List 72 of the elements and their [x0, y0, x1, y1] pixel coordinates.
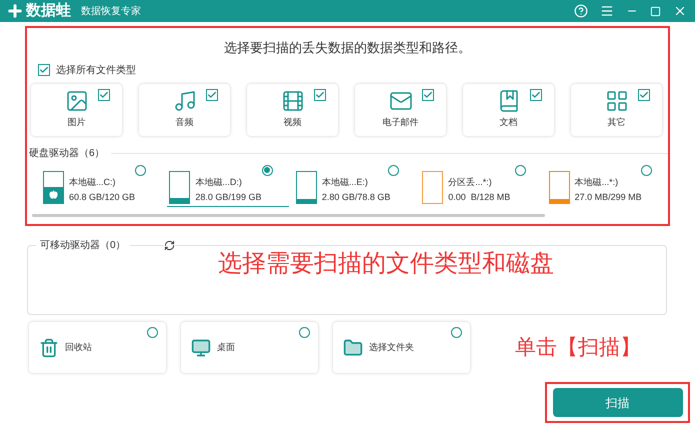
drive-size: 28.0 GB/199 GB	[195, 191, 262, 204]
drive-size: 2.80 GB/78.8 GB	[322, 191, 390, 204]
maximize-icon[interactable]	[650, 6, 661, 16]
scrollbar[interactable]	[32, 214, 545, 216]
drive-name: 本地磁...C:)	[69, 176, 116, 189]
file-type-label: 图片	[68, 116, 86, 128]
checkbox[interactable]	[314, 88, 326, 100]
checkbox[interactable]	[98, 88, 110, 100]
drive-size: 60.8 GB/120 GB	[69, 191, 136, 204]
drive-item[interactable]: 分区丢...*:) 0.00 B/128 MB	[420, 164, 542, 206]
radio-button[interactable]	[147, 327, 158, 338]
drive-name: 分区丢...*:)	[448, 176, 493, 189]
checkbox[interactable]	[38, 64, 50, 76]
drive-item[interactable]: 本地磁...E:) 2.80 GB/78.8 GB	[294, 164, 416, 206]
annotation-text: 单击【扫描】	[515, 334, 641, 361]
monitor-icon	[191, 338, 211, 358]
location-card[interactable]: 选择文件夹	[333, 322, 470, 373]
help-icon[interactable]	[574, 4, 588, 18]
drive-size: 27.0 MB/299 MB	[574, 191, 642, 204]
file-type-card[interactable]: 文档	[463, 84, 554, 136]
music-icon	[172, 88, 196, 112]
drive-item[interactable]: 本地磁...D:) 28.0 GB/199 GB	[167, 164, 289, 206]
location-label: 回收站	[65, 340, 92, 354]
location-card[interactable]: 回收站	[29, 322, 166, 373]
radio-button[interactable]	[135, 164, 146, 176]
drive-name: 本地磁...*:)	[574, 176, 620, 189]
scan-button[interactable]: 扫描	[552, 388, 682, 417]
checkbox[interactable]	[638, 88, 650, 100]
radio-button[interactable]	[388, 164, 400, 176]
file-type-label: 其它	[608, 116, 626, 128]
file-type-card[interactable]: 音频	[139, 84, 230, 136]
refresh-icon[interactable]	[164, 240, 175, 251]
drive-name: 本地磁...D:)	[195, 176, 243, 189]
file-type-card[interactable]: 电子邮件	[355, 84, 446, 136]
radio-button[interactable]	[451, 327, 462, 338]
drive-item[interactable]: 本地磁...C:) 60.8 GB/120 GB	[41, 164, 162, 206]
checkbox[interactable]	[422, 88, 434, 100]
drive-name: 本地磁...E:)	[322, 176, 369, 189]
file-type-card[interactable]: 图片	[31, 84, 122, 136]
location-label: 选择文件夹	[369, 340, 414, 354]
radio-button[interactable]	[514, 164, 526, 176]
trash-icon	[39, 338, 59, 358]
app-subtitle: 数据恢复专家	[81, 4, 141, 18]
system-icon	[49, 190, 58, 200]
drive-item[interactable]: 本地磁...*:) 27.0 MB/299 MB	[546, 164, 668, 206]
close-icon[interactable]	[673, 4, 687, 18]
app-name: 数据蛙	[26, 0, 71, 21]
section-title: 可移动驱动器（0）	[36, 238, 130, 253]
logo-icon	[6, 2, 24, 20]
file-type-label: 视频	[284, 116, 302, 128]
location-card[interactable]: 桌面	[181, 322, 318, 373]
grid-icon	[604, 88, 628, 112]
image-icon	[64, 88, 88, 112]
file-type-label: 音频	[176, 116, 194, 128]
radio-button[interactable]	[262, 164, 273, 176]
film-icon	[280, 88, 304, 112]
section-title: 硬盘驱动器（6）	[29, 146, 105, 160]
file-type-label: 电子邮件	[382, 116, 418, 128]
file-type-card[interactable]: 视频	[247, 84, 338, 136]
radio-button[interactable]	[299, 327, 310, 338]
radio-button[interactable]	[641, 164, 652, 176]
checkbox[interactable]	[206, 88, 218, 100]
menu-icon[interactable]	[600, 4, 614, 18]
select-all-label: 选择所有文件类型	[56, 64, 136, 78]
heading: 选择要扫描的丢失数据的数据类型和路径。	[223, 39, 472, 57]
folder-icon	[343, 338, 363, 358]
drive-size: 0.00 B/128 MB	[448, 191, 510, 204]
location-label: 桌面	[217, 340, 235, 354]
checkbox[interactable]	[530, 88, 542, 100]
file-type-label: 文档	[500, 116, 518, 128]
file-type-card[interactable]: 其它	[571, 84, 662, 136]
annotation-text: 选择需要扫描的文件类型和磁盘	[218, 249, 554, 279]
